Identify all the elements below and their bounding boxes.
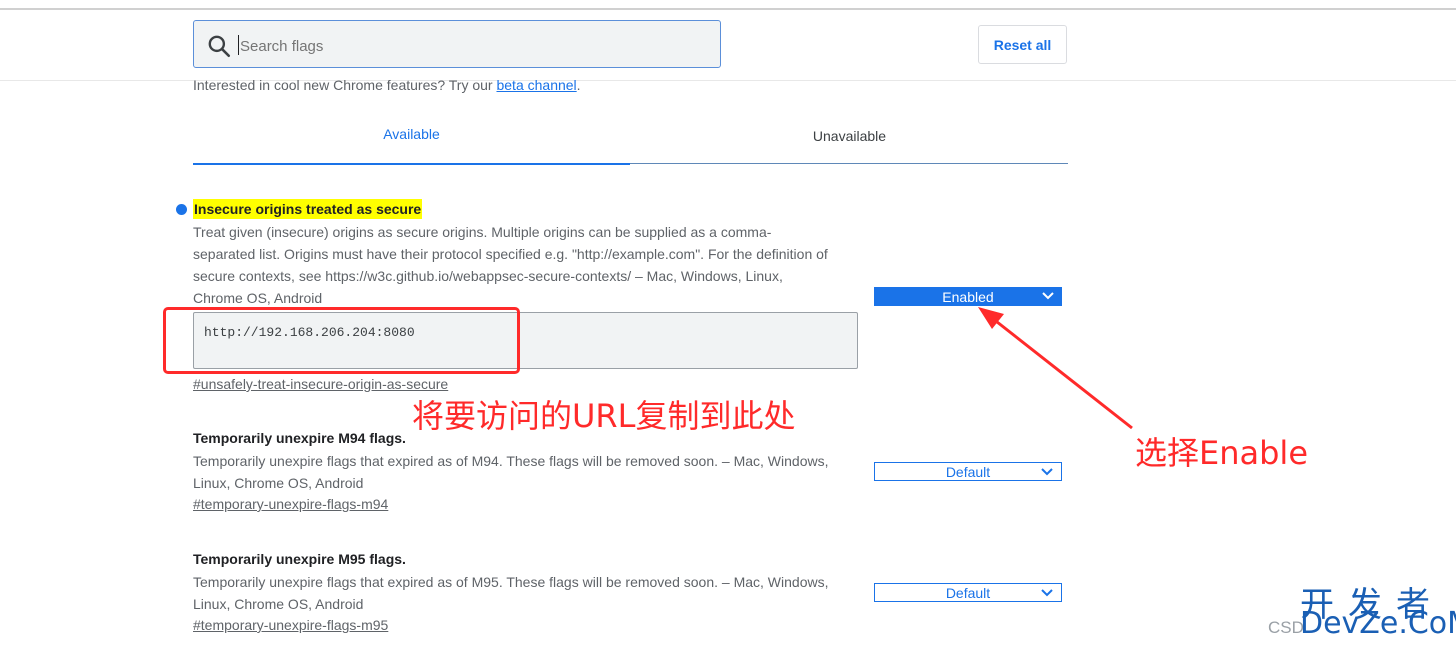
flag-select-enabled[interactable]: Enabled [874,287,1062,306]
intro-text: Interested in cool new Chrome features? … [193,77,581,93]
chevron-down-icon [1041,589,1053,597]
search-box[interactable] [193,20,721,68]
chevron-down-icon [1041,468,1053,476]
flag-title: Insecure origins treated as secure [193,199,423,219]
search-input[interactable] [238,30,702,62]
tab-unavailable[interactable]: Unavailable [631,110,1068,162]
flag-select-m95[interactable]: Default [874,583,1062,602]
flag-select-m94[interactable]: Default [874,462,1062,481]
chevron-down-icon [1042,292,1054,300]
flag-unexpire-m95: Temporarily unexpire M95 flags. Temporar… [193,549,833,635]
flag-description: Treat given (insecure) origins as secure… [193,224,828,306]
beta-channel-link[interactable]: beta channel [496,77,576,93]
watermark-en: DevZe.CoM [1300,606,1456,641]
annotation-enable-hint: 选择Enable [1135,434,1309,472]
flag-title: Temporarily unexpire M95 flags. [193,551,406,567]
annotation-highlight-box [163,307,520,374]
tab-bar: Available Unavailable [193,110,1068,165]
search-icon [208,35,231,58]
flag-description: Temporarily unexpire flags that expired … [193,453,829,491]
tab-available[interactable]: Available [193,110,630,162]
flag-anchor-link[interactable]: #unsafely-treat-insecure-origin-as-secur… [193,376,448,392]
flag-description: Temporarily unexpire flags that expired … [193,574,829,612]
flag-anchor-link[interactable]: #temporary-unexpire-flags-m95 [193,617,388,633]
annotation-url-hint: 将要访问的URL复制到此处 [412,397,796,435]
flags-header: Reset all [0,10,1456,81]
active-tab-indicator [193,163,630,165]
watermark-partial: CSD [1268,618,1304,637]
flag-anchor-link[interactable]: #temporary-unexpire-flags-m94 [193,496,388,512]
flag-insecure-origins: Insecure origins treated as secure Treat… [193,199,833,309]
reset-all-button[interactable]: Reset all [978,25,1067,64]
text-cursor [238,35,239,55]
flag-unexpire-m94: Temporarily unexpire M94 flags. Temporar… [193,428,833,514]
modified-flag-dot [176,204,187,215]
